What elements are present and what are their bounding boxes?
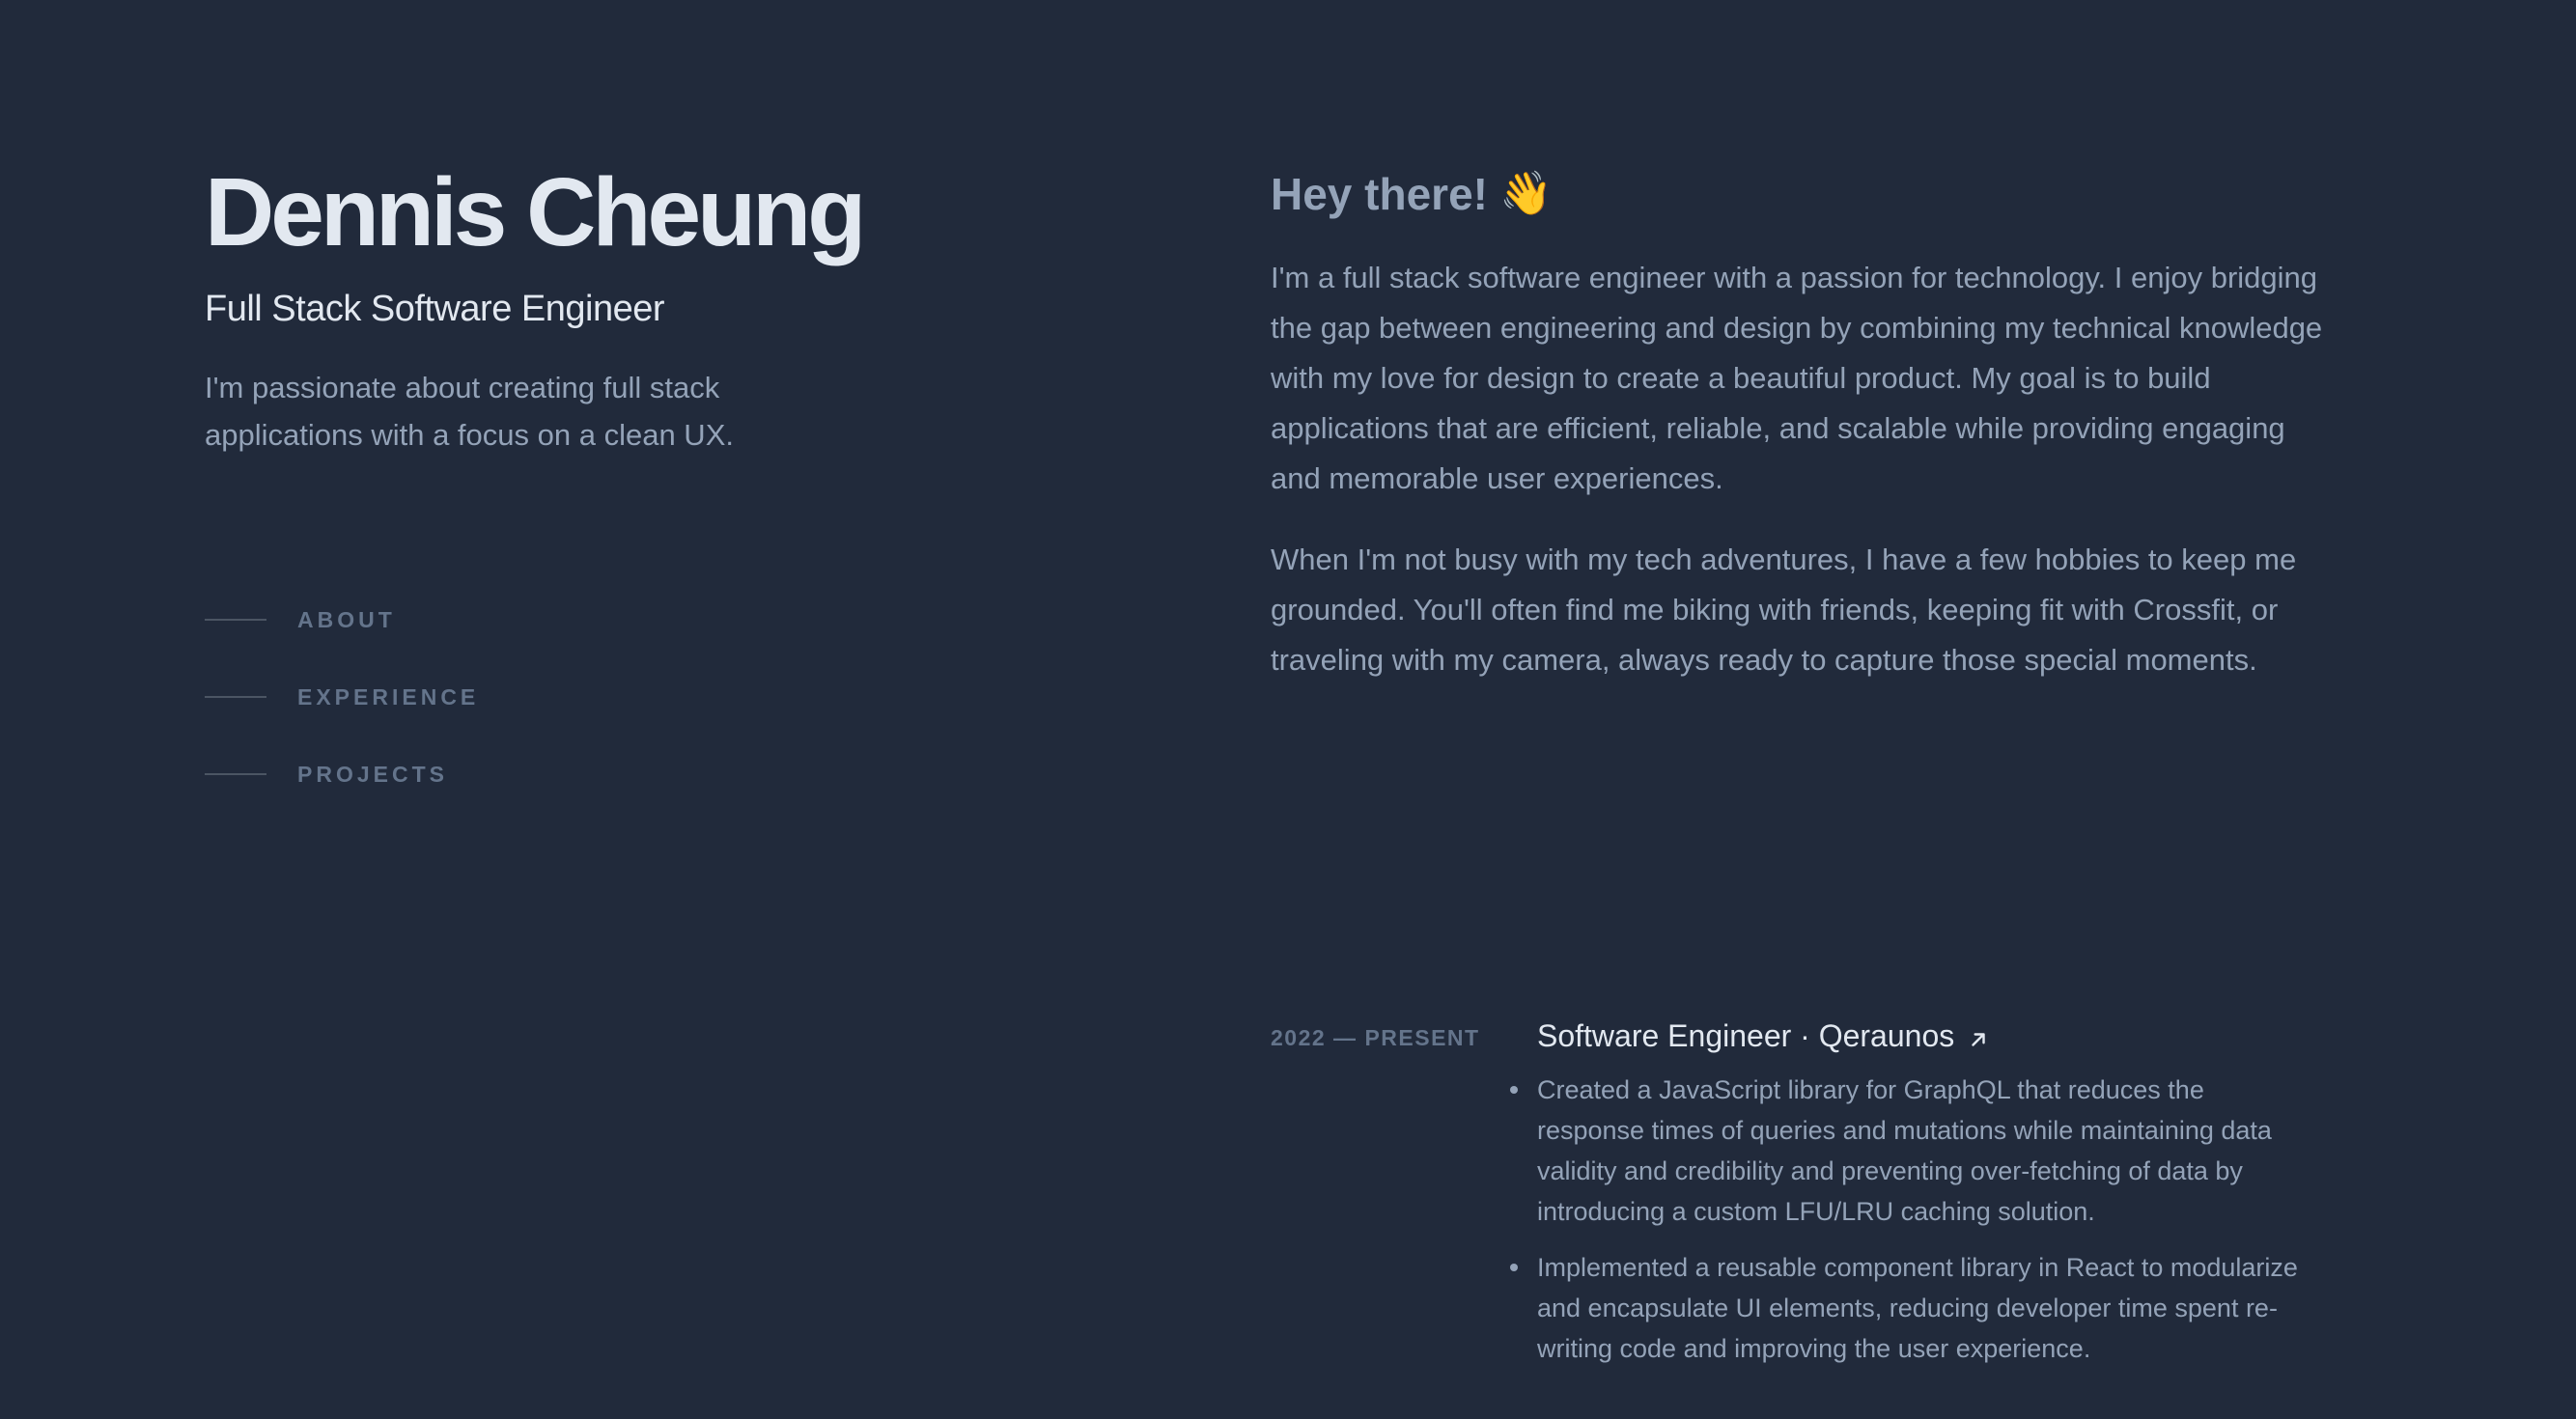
nav-indicator-line — [205, 619, 266, 621]
experience-title-link[interactable]: Software Engineer · Qeraunos — [1537, 1016, 2310, 1056]
arrow-up-right-icon — [1972, 1033, 1985, 1046]
about-paragraph: When I'm not busy with my tech adventure… — [1271, 543, 2297, 677]
greeting-text: Hey there! — [1271, 169, 1488, 219]
nav-indicator-line — [205, 773, 266, 775]
tagline: I'm passionate about creating full stack… — [205, 371, 734, 452]
list-item: Created a JavaScript library for GraphQL… — [1510, 1070, 2310, 1232]
nav-item-label: ABOUT — [297, 606, 396, 632]
experience-date: 2022 — PRESENT — [1271, 1025, 1480, 1050]
nav-item-label: EXPERIENCE — [297, 683, 480, 710]
intro-section: Dennis Cheung Full Stack Software Engine… — [205, 159, 1074, 459]
job-role: Full Stack Software Engineer — [205, 289, 665, 329]
experience-body: Software Engineer · Qeraunos Created a J… — [1510, 1016, 2310, 1384]
experience-title: Software Engineer · Qeraunos — [1537, 1018, 1955, 1053]
list-item: Implemented a reusable component library… — [1510, 1247, 2310, 1369]
nav-item-projects[interactable]: PROJECTS — [205, 755, 479, 793]
page-title: Dennis Cheung — [205, 158, 866, 266]
waving-hand-icon: 👋 — [1498, 170, 1553, 217]
about-paragraph: I'm a full stack software engineer with … — [1271, 261, 2323, 495]
nav-item-about[interactable]: ABOUT — [205, 600, 479, 639]
nav-item-label: PROJECTS — [297, 761, 448, 787]
about-section: Hey there! 👋 I'm a full stack software e… — [1271, 162, 2323, 685]
nav-indicator-line — [205, 696, 266, 698]
portfolio-page: Dennis Cheung Full Stack Software Engine… — [0, 0, 2576, 1419]
section-nav: ABOUT EXPERIENCE PROJECTS — [205, 600, 479, 832]
about-greeting: Hey there! 👋 — [1271, 162, 2323, 226]
experience-item: 2022 — PRESENT Software Engineer · Qerau… — [1271, 1016, 2323, 1384]
nav-item-experience[interactable]: EXPERIENCE — [205, 678, 479, 716]
experience-bullets: Created a JavaScript library for GraphQL… — [1510, 1070, 2310, 1369]
